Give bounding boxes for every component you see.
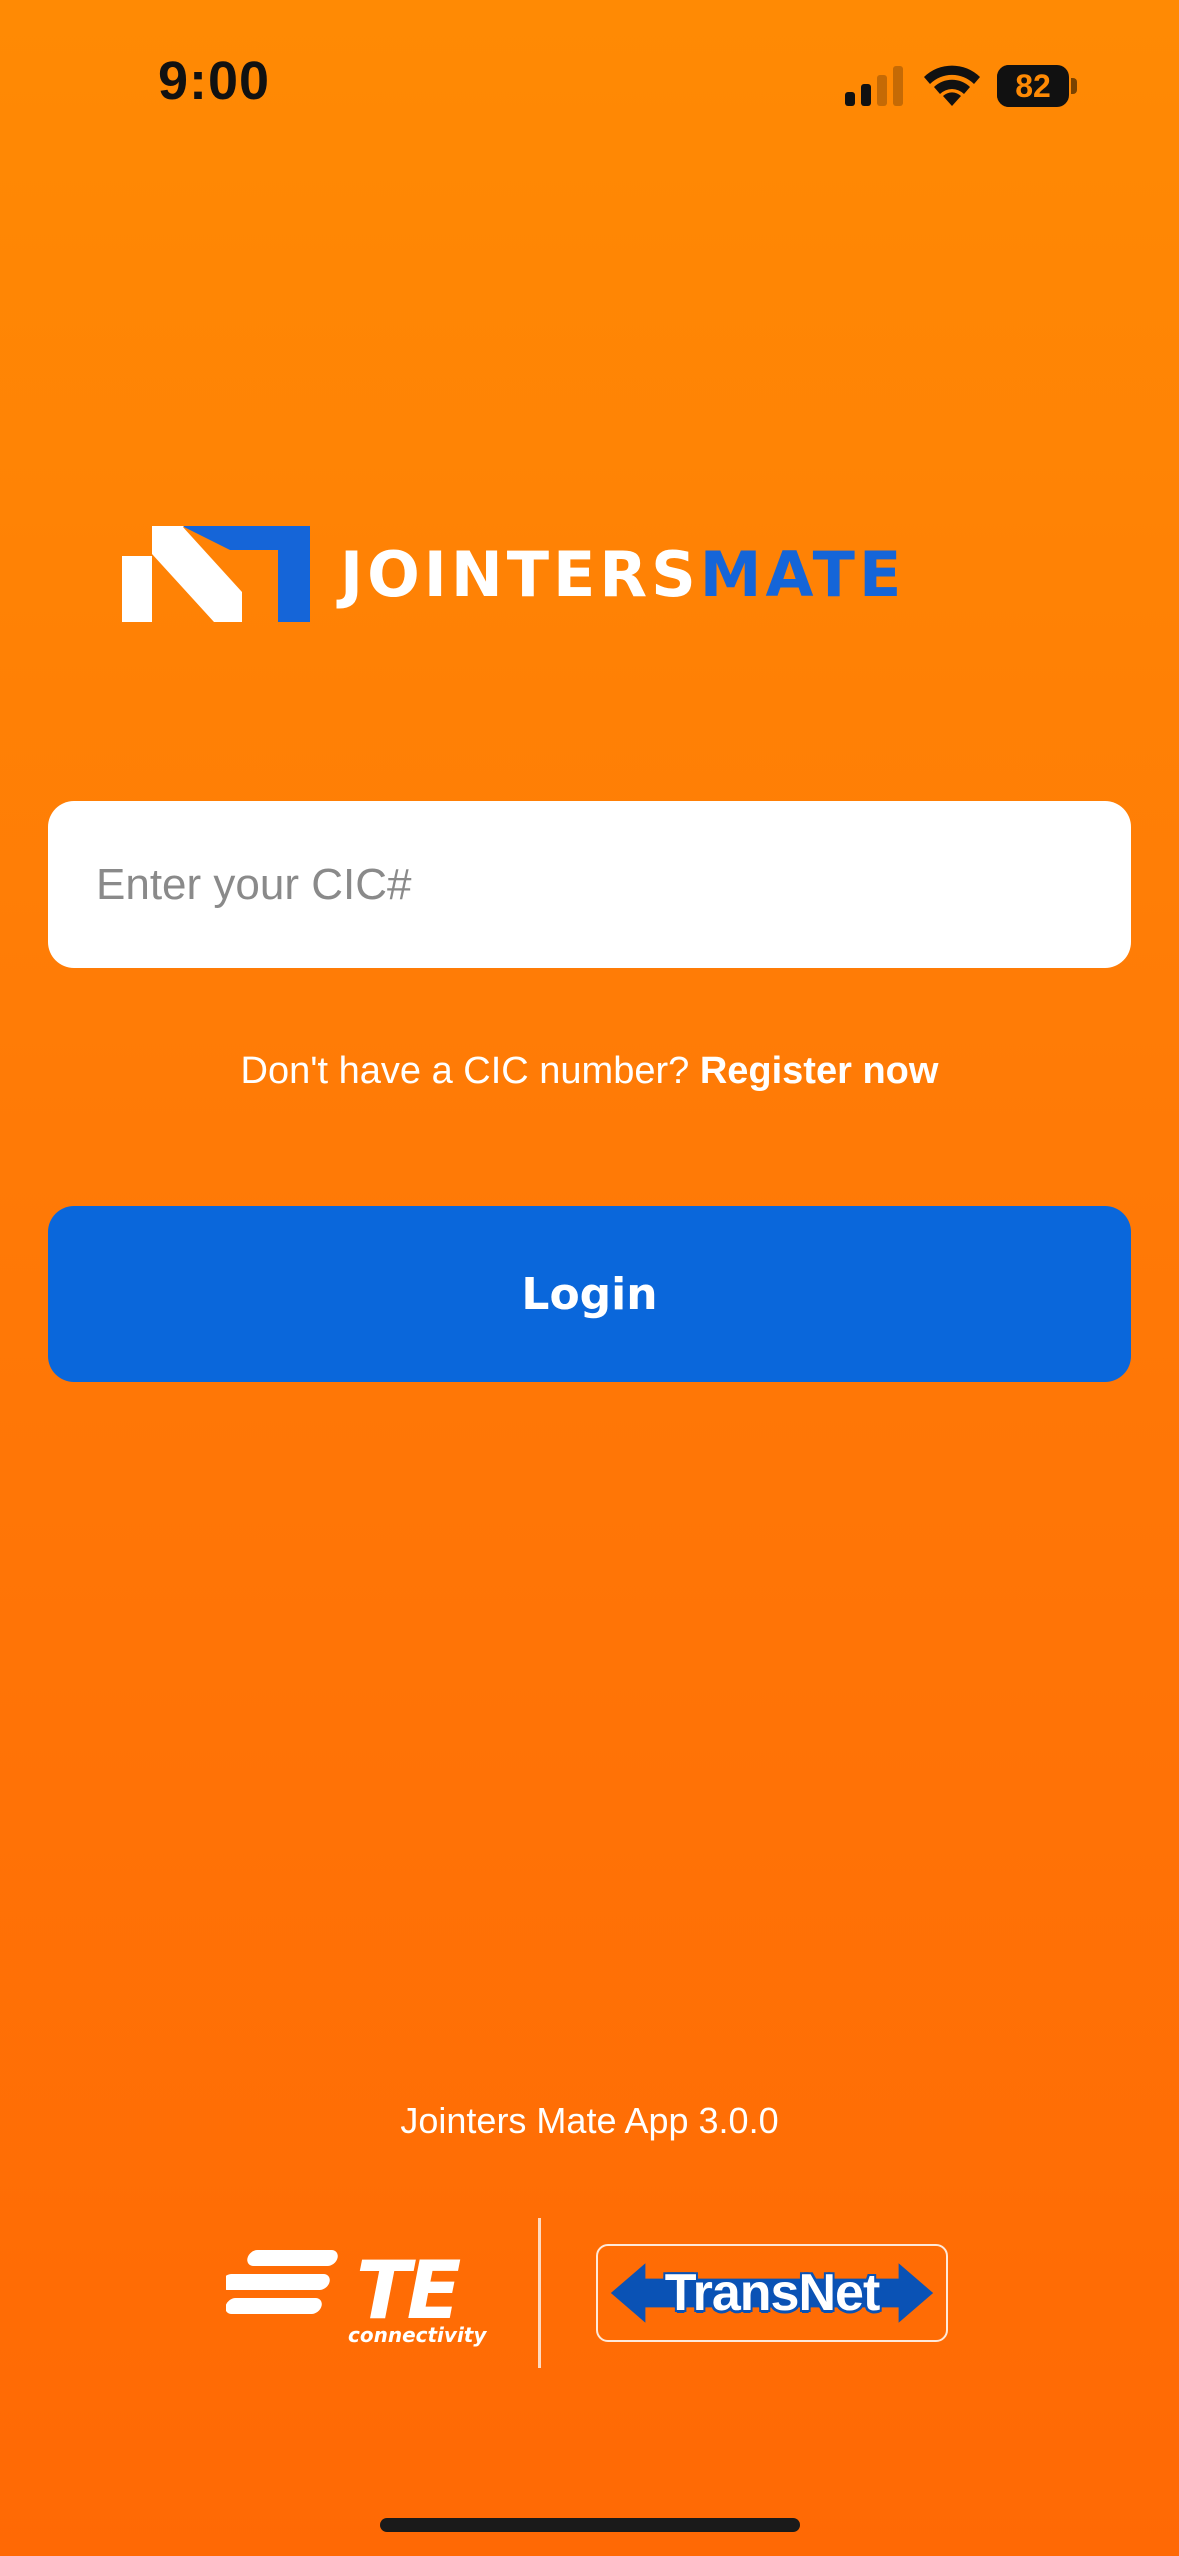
jointersmate-logo: JOINTERSMATE bbox=[122, 526, 1062, 622]
login-button[interactable]: Login bbox=[48, 1206, 1131, 1382]
register-prompt-text: Don't have a CIC number? bbox=[240, 1050, 690, 1092]
transnet-logo: TransNet bbox=[596, 2244, 948, 2342]
app-version: Jointers Mate App 3.0.0 bbox=[400, 2100, 779, 2141]
battery-icon: 82 bbox=[997, 65, 1077, 107]
register-now-link[interactable]: Register now bbox=[700, 1050, 939, 1092]
logo-text-mate: MATE bbox=[699, 538, 906, 611]
signal-icon bbox=[845, 66, 903, 106]
battery-level: 82 bbox=[1015, 67, 1051, 104]
te-subtext: connectivity bbox=[348, 2323, 487, 2347]
partner-logos: TE connectivity TransNet bbox=[0, 2210, 1179, 2370]
register-prompt-line: Don't have a CIC number? Register now bbox=[0, 1050, 1179, 1093]
logo-text: JOINTERSMATE bbox=[340, 540, 905, 610]
logo-mark-icon bbox=[122, 526, 310, 622]
transnet-text: TransNet bbox=[664, 2264, 881, 2322]
wifi-icon bbox=[924, 65, 980, 106]
home-indicator[interactable] bbox=[380, 2518, 800, 2532]
logo-text-jointers: JOINTERS bbox=[340, 538, 700, 611]
status-bar: 9:00 82 bbox=[0, 0, 1179, 150]
partner-divider bbox=[538, 2218, 541, 2368]
status-time: 9:00 bbox=[158, 51, 271, 111]
cic-input[interactable] bbox=[48, 801, 1131, 968]
